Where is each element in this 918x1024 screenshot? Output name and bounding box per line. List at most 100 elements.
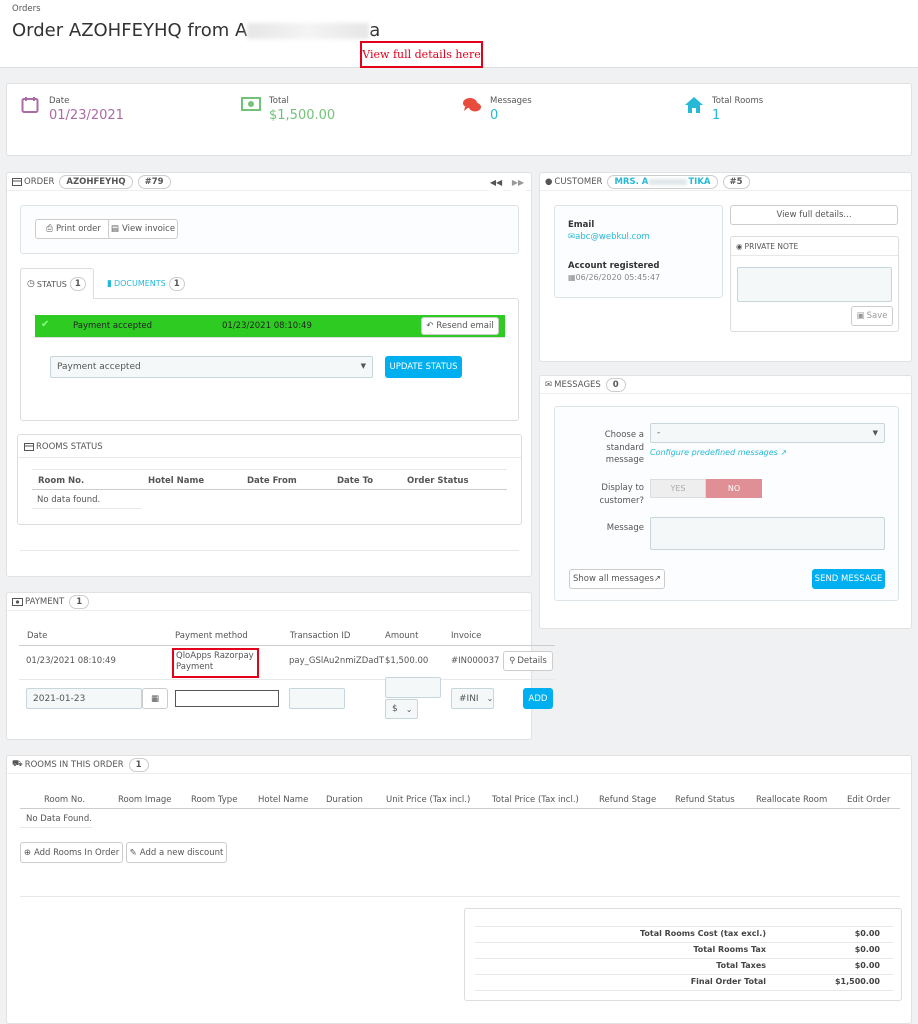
print-order-label: Print order <box>55 224 101 234</box>
customer-name-end: TIKA <box>688 176 711 187</box>
previous-order-icon[interactable]: ◀◀ <box>487 173 505 191</box>
tab-status[interactable]: ◷ STATUS 1 <box>20 268 94 299</box>
rooms-status-header-divider <box>18 457 521 458</box>
payment-row-date: 01/23/2021 08:10:49 <box>26 656 116 666</box>
configure-messages-link[interactable]: Configure predefined messages ↗ <box>650 448 787 457</box>
payment-row-amount: $1,500.00 <box>385 656 429 666</box>
view-invoice-button[interactable]: ▤ View invoice <box>108 219 178 239</box>
private-note-heading: ◉ PRIVATE NOTE <box>736 242 798 251</box>
total-rooms-tax-value: $0.00 <box>854 945 880 954</box>
search-icon: ⚲ <box>509 656 516 666</box>
kpi-messages-label: Messages <box>490 96 532 106</box>
kpi-date-label: Date <box>49 96 70 106</box>
rooms-status-row-divider <box>32 508 142 509</box>
total-rooms-cost-label: Total Rooms Cost (tax excl.) <box>639 929 766 938</box>
tab-documents[interactable]: ▮ DOCUMENTS 1 <box>103 268 193 299</box>
private-note-box: ◉ PRIVATE NOTE ▣ Save <box>730 236 899 332</box>
add-rooms-button[interactable]: ⊕ Add Rooms In Order <box>20 842 123 863</box>
send-message-button[interactable]: SEND MESSAGE <box>812 569 885 589</box>
customer-email-link[interactable]: ✉abc@webkul.com <box>568 232 650 242</box>
private-note-textarea[interactable] <box>737 267 892 302</box>
currency-select[interactable]: $ ⌄ <box>385 699 418 719</box>
kpi-rooms-label: Total Rooms <box>712 96 764 106</box>
customer-info-well: Email ✉abc@webkul.com Account registered… <box>554 205 723 298</box>
kpi-rooms-value: 1 <box>712 108 721 123</box>
calendar-icon: ▦ <box>568 273 576 282</box>
totals-bottom-divider <box>475 990 893 991</box>
rooms-order-header: ⛟ ROOMS IN THIS ORDER 1 <box>7 756 911 774</box>
payment-date-value: 2021-01-23 <box>33 693 86 704</box>
col-refund-status: Refund Status <box>675 795 735 805</box>
save-note-button[interactable]: ▣ Save <box>851 306 893 326</box>
amount-input[interactable] <box>385 677 441 698</box>
page-title: Order AZOHFEYHQ from A a <box>12 20 380 41</box>
page-header: Orders Order AZOHFEYHQ from A a View full… <box>0 0 918 68</box>
status-history-row: ✔ Payment accepted 01/23/2021 08:10:49 ↶… <box>35 315 505 337</box>
plus-circle-icon: ⊕ <box>23 847 31 858</box>
standard-message-select[interactable]: - ▼ <box>650 423 885 443</box>
payment-details-button[interactable]: ⚲ Details <box>503 651 553 671</box>
message-textarea[interactable] <box>650 517 885 550</box>
payment-details-label: Details <box>517 656 547 666</box>
payment-method-input[interactable] <box>175 690 279 707</box>
messages-heading: MESSAGES <box>554 379 601 390</box>
kpi-total-value: $1,500.00 <box>269 108 336 123</box>
col-total-price: Total Price (Tax incl.) <box>492 795 579 805</box>
messages-panel-header: ✉ MESSAGES 0 <box>540 376 911 394</box>
registered-date-value: 06/26/2020 05:45:47 <box>575 273 661 282</box>
kpi-date-value: 01/23/2021 <box>49 108 124 123</box>
display-no-toggle[interactable]: NO <box>706 479 762 498</box>
invoice-select[interactable]: #INI ⌄ <box>451 688 494 709</box>
rooms-order-panel: ⛟ ROOMS IN THIS ORDER 1 Room No. Room Im… <box>6 755 912 1024</box>
payment-heading: PAYMENT <box>25 596 65 607</box>
user-icon: ● <box>545 176 553 187</box>
order-panel: ORDER AZOHFEYHQ #79 ◀◀ ▶▶ ⎙ Print order ▤… <box>6 172 532 577</box>
payment-head-divider <box>19 645 555 646</box>
payment-date-input[interactable]: 2021-01-23 <box>26 688 142 709</box>
status-history-date: 01/23/2021 08:10:49 <box>222 321 312 331</box>
customer-name-badge[interactable]: MRS. A TIKA <box>607 174 718 189</box>
payment-row-invoice: #IN000037 <box>451 656 500 666</box>
check-icon: ✔ <box>41 319 50 330</box>
print-order-button[interactable]: ⎙ Print order <box>35 219 112 239</box>
total-taxes-label: Total Taxes <box>716 961 766 970</box>
breadcrumb[interactable]: Orders <box>12 4 41 14</box>
tag-icon: ✎ <box>129 847 137 858</box>
invoice-select-value: #INI <box>459 693 479 704</box>
customer-heading: CUSTOMER <box>554 176 603 187</box>
update-status-button[interactable]: UPDATE STATUS <box>385 356 462 378</box>
order-status-select-value: Payment accepted <box>57 362 141 372</box>
customer-panel-header: ● CUSTOMER MRS. A TIKA #5 <box>540 173 911 191</box>
col-reallocate-room: Reallocate Room <box>756 795 828 805</box>
envelope-icon: ✉ <box>545 379 553 390</box>
add-discount-button[interactable]: ✎ Add a new discount <box>126 842 227 863</box>
standard-message-value: - <box>657 428 661 438</box>
display-yes-toggle[interactable]: YES <box>650 479 706 498</box>
home-icon <box>685 97 703 113</box>
payment-panel: PAYMENT 1 Date Payment method Transactio… <box>6 592 555 740</box>
chevron-down-icon: ▼ <box>360 362 366 370</box>
order-status-select[interactable]: Payment accepted ▼ <box>50 356 373 378</box>
tab-documents-label: DOCUMENTS <box>113 279 166 288</box>
col-room-no: Room No. <box>44 795 86 805</box>
add-payment-button[interactable]: ADD <box>523 688 553 709</box>
redacted-customer-name <box>649 178 688 185</box>
col-payment-method: Payment method <box>175 631 248 641</box>
view-full-details-button[interactable]: View full details... <box>730 205 898 225</box>
money-icon <box>241 97 261 111</box>
transaction-id-input[interactable] <box>289 688 345 709</box>
show-all-messages-button[interactable]: Show all messages ↗ <box>569 569 665 589</box>
col-date-from: Date From <box>247 476 297 486</box>
rooms-empty: No Data Found. <box>26 814 92 824</box>
order-heading: ORDER <box>24 176 55 187</box>
next-order-icon[interactable]: ▶▶ <box>509 173 527 191</box>
calendar-icon[interactable]: ▦ <box>142 688 168 709</box>
rooms-status-table-top <box>32 469 507 470</box>
show-all-messages-label: Show all messages <box>572 574 654 584</box>
customer-id-badge: #5 <box>722 174 750 189</box>
col-transaction-id: Transaction ID <box>290 631 351 641</box>
col-room-no: Room No. <box>38 476 85 486</box>
resend-email-button[interactable]: ↶ Resend email <box>421 317 499 335</box>
col-edit-order: Edit Order <box>847 795 891 805</box>
chevron-down-icon: ▼ <box>872 429 878 437</box>
